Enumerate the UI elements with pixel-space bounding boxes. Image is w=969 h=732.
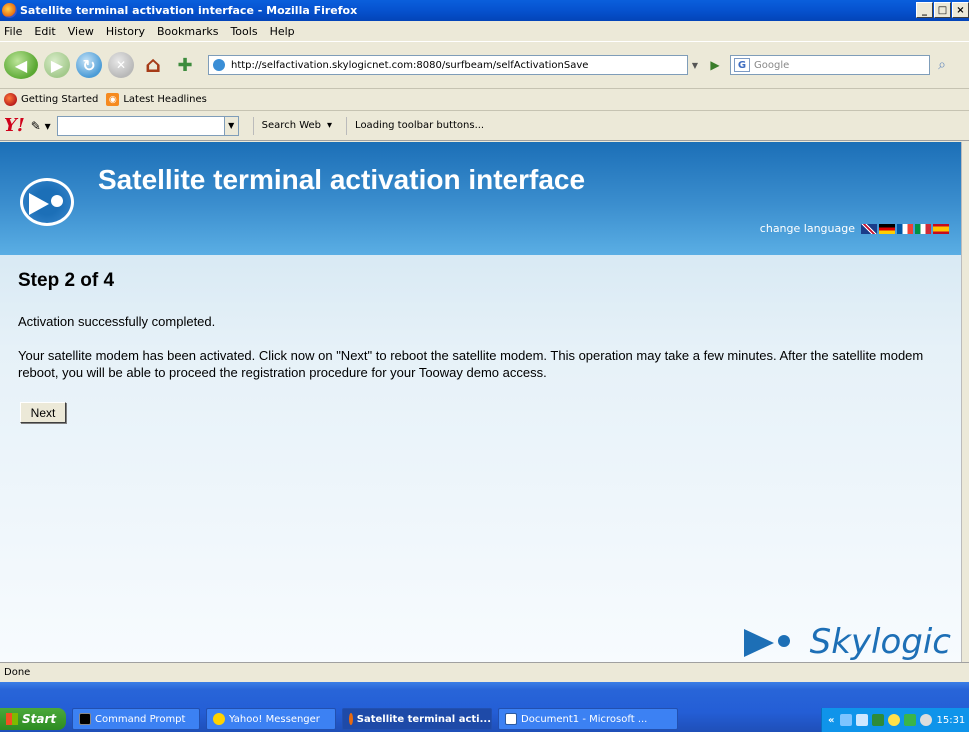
change-language-label: change language [759,222,855,235]
skylogic-logo: Skylogic [743,622,951,662]
menu-file[interactable]: File [4,25,22,38]
italian-flag-icon[interactable] [915,223,931,234]
window-controls: _ □ × [915,2,969,18]
window-titlebar[interactable]: Satellite terminal activation interface … [0,0,969,21]
page-title: Satellite terminal activation interface [98,164,586,195]
windows-taskbar: Start Command Prompt Yahoo! Messenger Sa… [0,682,969,732]
maximize-button[interactable]: □ [934,2,951,18]
task-label: Satellite terminal acti... [356,713,491,725]
system-tray: « 15:31 [821,708,969,732]
new-tab-button[interactable]: ✚ [172,52,198,78]
word-document-icon [505,713,517,725]
clock[interactable]: 15:31 [936,715,965,726]
bookmark-label: Latest Headlines [123,94,207,105]
success-message: Activation successfully completed. [18,314,216,329]
menu-edit[interactable]: Edit [34,25,55,38]
rss-feed-icon: ◉ [106,93,120,106]
go-button[interactable]: ▶ [706,56,724,74]
skylogic-mark-icon [743,627,796,657]
command-prompt-icon [79,713,91,725]
uk-flag-icon[interactable] [861,223,877,234]
bookmark-latest-headlines[interactable]: ◉ Latest Headlines [106,93,207,106]
stop-button[interactable]: ✕ [108,52,134,78]
search-placeholder: Google [754,59,790,71]
url-dropdown-button[interactable]: ▼ [688,56,702,74]
menu-history[interactable]: History [106,25,145,38]
navigation-toolbar: ◀ ▶ ↻ ✕ ⌂ ✚ http://selfactivation.skylog… [0,41,969,89]
forward-button[interactable]: ▶ [44,52,70,78]
back-button[interactable]: ◀ [4,51,38,79]
vertical-scrollbar[interactable] [961,142,969,662]
minimize-button[interactable]: _ [916,2,933,18]
menu-bar: File Edit View History Bookmarks Tools H… [0,21,969,41]
window-title: Satellite terminal activation interface … [20,4,358,17]
bookmark-label: Getting Started [21,94,99,105]
antivirus-icon[interactable] [872,714,885,726]
search-icon[interactable]: ⌕ [932,55,952,75]
url-bar[interactable]: http://selfactivation.skylogicnet.com:80… [208,55,688,75]
search-web-button[interactable]: Search Web [262,120,321,131]
page-content: Satellite terminal activation interface … [0,142,961,662]
connection-icon[interactable] [856,714,869,726]
messenger-icon [213,713,225,725]
firefox-icon [349,713,353,725]
french-flag-icon[interactable] [897,223,913,234]
task-label: Yahoo! Messenger [229,713,320,725]
search-engine-icon[interactable]: G [734,58,750,72]
taskbar-item-word-document[interactable]: Document1 - Microsoft ... [498,708,678,730]
header-banner: Satellite terminal activation interface … [0,142,961,255]
taskbar-item-yahoo-messenger[interactable]: Yahoo! Messenger [206,708,336,730]
toolbar-divider [252,116,254,135]
german-flag-icon[interactable] [879,223,895,234]
messenger-tray-icon[interactable] [888,714,901,726]
reload-button[interactable]: ↻ [76,52,102,78]
menu-help[interactable]: Help [270,25,295,38]
site-identity-icon[interactable] [213,59,225,71]
status-text: Done [4,667,31,678]
step-heading: Step 2 of 4 [18,270,115,291]
network-icon[interactable] [840,714,853,726]
bookmark-getting-started[interactable]: Getting Started [4,93,98,106]
bookmarks-toolbar: Getting Started ◉ Latest Headlines [0,89,969,111]
tray-expand-button[interactable]: « [828,715,834,726]
volume-icon[interactable] [920,714,933,726]
language-selector: change language [760,222,949,235]
search-bar[interactable]: G Google [730,55,930,75]
chevron-down-icon[interactable]: ▾ [327,120,332,131]
toolbar-divider [346,116,348,135]
menu-tools[interactable]: Tools [230,25,257,38]
taskbar-item-firefox[interactable]: Satellite terminal acti... [342,708,492,730]
menu-bookmarks[interactable]: Bookmarks [157,25,218,38]
home-button[interactable]: ⌂ [140,52,166,78]
start-label: Start [22,712,57,726]
task-label: Command Prompt [95,713,186,725]
status-tray-icon[interactable] [904,714,917,726]
yahoo-search-dropdown[interactable]: ▼ [224,115,239,136]
pencil-icon[interactable]: ✎ ▾ [31,119,51,133]
brand-name: Skylogic [809,622,951,662]
status-bar: Done [0,662,969,682]
yahoo-toolbar: Y! ✎ ▾ ▼ Search Web ▾ Loading toolbar bu… [0,111,969,141]
yahoo-logo[interactable]: Y! [4,115,25,136]
toolbar-loading-status: Loading toolbar buttons... [355,120,485,131]
taskbar-item-command-prompt[interactable]: Command Prompt [72,708,200,730]
windows-logo-icon [6,713,18,725]
close-button[interactable]: × [952,2,969,18]
start-button[interactable]: Start [0,708,66,730]
instruction-message: Your satellite modem has been activated.… [18,348,924,380]
task-label: Document1 - Microsoft ... [521,713,648,725]
satellite-logo-icon [20,178,74,226]
getting-started-icon [4,93,17,106]
yahoo-search-input[interactable] [56,115,225,136]
menu-view[interactable]: View [68,25,94,38]
firefox-icon [2,3,17,18]
url-text: http://selfactivation.skylogicnet.com:80… [231,59,589,71]
spanish-flag-icon[interactable] [933,223,949,234]
next-button[interactable]: Next [20,402,66,423]
